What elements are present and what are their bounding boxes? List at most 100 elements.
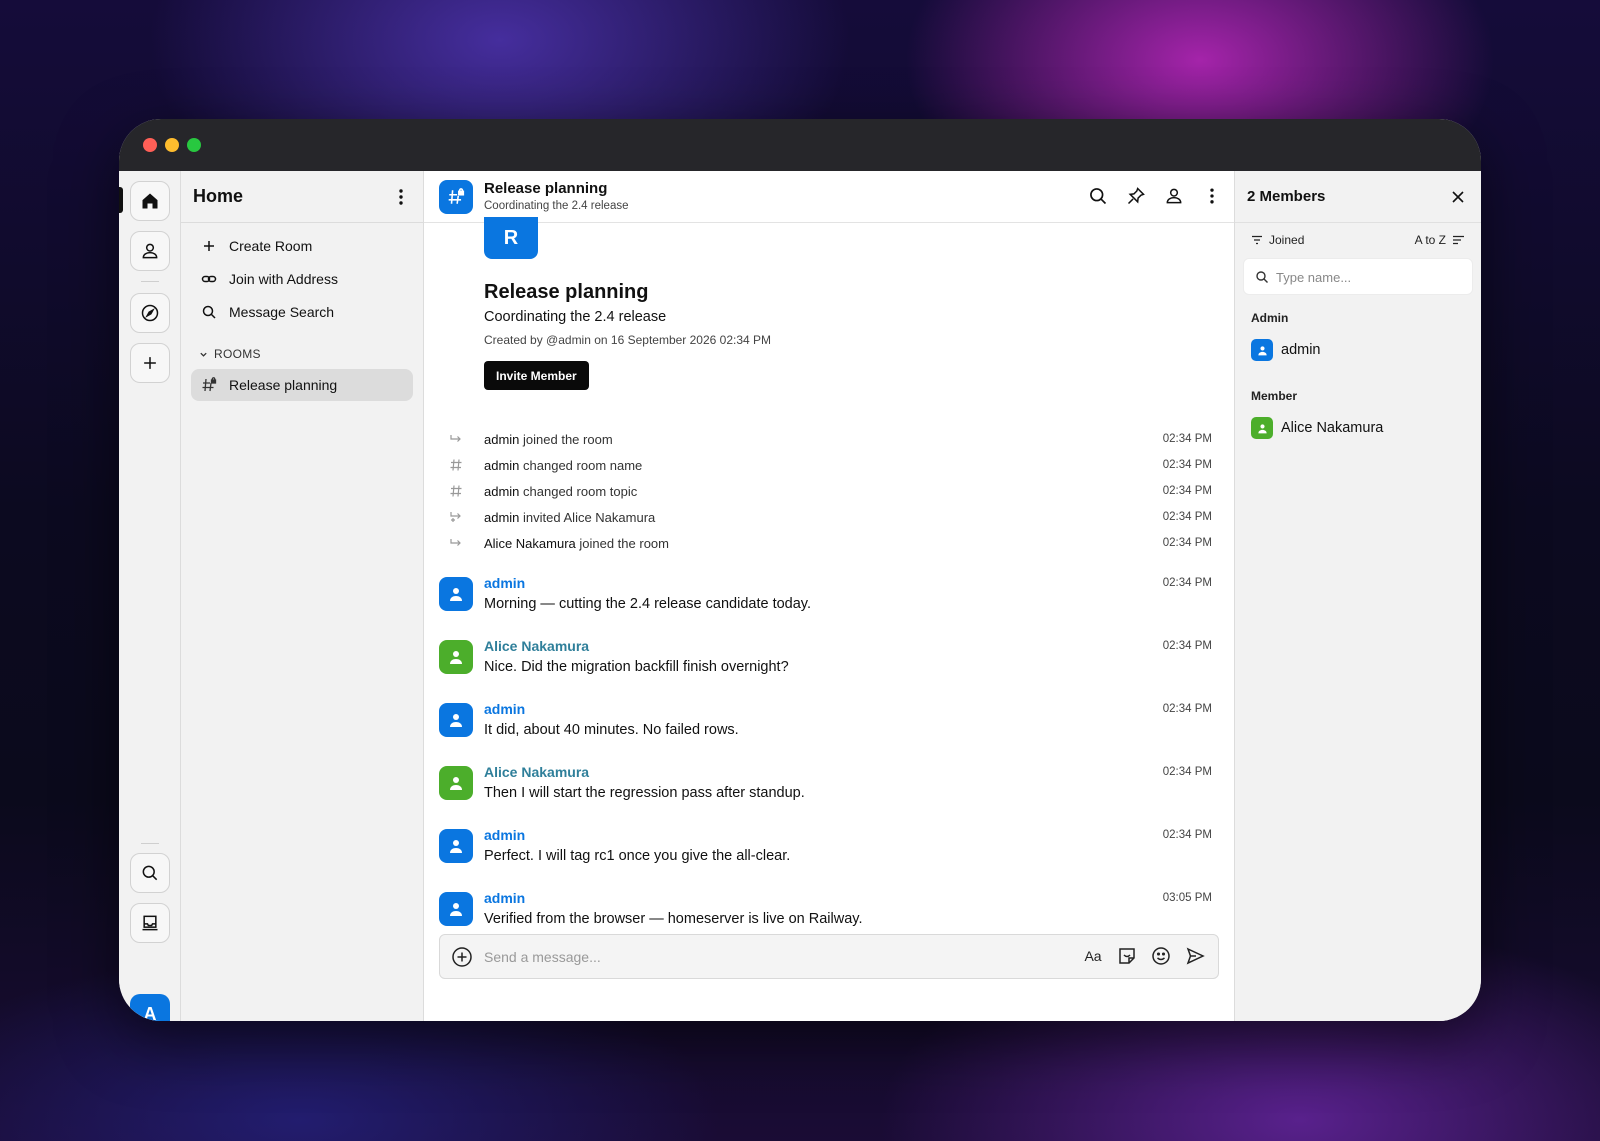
members-button[interactable] — [1162, 184, 1186, 208]
emoji-button[interactable] — [1150, 945, 1172, 967]
message-input[interactable] — [484, 943, 1044, 971]
message-author[interactable]: admin — [484, 827, 525, 843]
create-room-button[interactable]: Create Room — [191, 230, 413, 262]
search-icon — [1256, 271, 1268, 283]
avatar[interactable] — [439, 640, 473, 674]
message-author[interactable]: Alice Nakamura — [484, 764, 589, 780]
message: Alice Nakamura Nice. Did the migration b… — [424, 638, 1234, 701]
room-sidebar: Home Create Room Join with Address Messa… — [181, 171, 424, 1021]
event-time: 02:34 PM — [1162, 459, 1212, 471]
title-bar — [119, 119, 1481, 171]
room-header: Release planning Coordinating the 2.4 re… — [424, 171, 1234, 223]
maximize-window-button[interactable] — [187, 138, 201, 152]
invite-member-button[interactable]: Invite Member — [484, 361, 589, 390]
emoji-icon — [1152, 947, 1170, 965]
state-event: admin changed room topic 02:34 PM — [424, 480, 1234, 506]
user-icon — [1257, 423, 1267, 433]
message-body: Nice. Did the migration backfill finish … — [484, 659, 789, 675]
user-icon — [1257, 345, 1267, 355]
home-icon — [142, 193, 158, 209]
search-icon — [142, 865, 158, 881]
member-search-input[interactable] — [1276, 266, 1466, 288]
message-composer: Aa — [439, 934, 1219, 979]
send-icon — [1186, 947, 1205, 965]
filter-label: Joined — [1269, 233, 1305, 247]
room-intro-avatar: R — [484, 217, 538, 259]
room-name: Release planning — [484, 180, 608, 197]
kebab-icon — [1210, 188, 1214, 204]
event-text: joined the room — [575, 536, 669, 551]
search-button[interactable] — [130, 853, 170, 893]
event-time: 02:34 PM — [1162, 485, 1212, 497]
sidebar-item-release-planning[interactable]: Release planning — [191, 369, 413, 401]
message-author[interactable]: admin — [484, 890, 525, 906]
avatar[interactable] — [439, 766, 473, 800]
hash-icon — [450, 485, 462, 497]
minimize-window-button[interactable] — [165, 138, 179, 152]
inbox-icon — [142, 915, 158, 931]
formatting-button[interactable]: Aa — [1082, 945, 1104, 967]
join-with-address-button[interactable]: Join with Address — [191, 263, 413, 295]
avatar[interactable] — [439, 892, 473, 926]
member-name: admin — [1281, 342, 1321, 358]
explore-button[interactable] — [130, 293, 170, 333]
avatar[interactable] — [439, 829, 473, 863]
active-indicator — [119, 187, 123, 213]
sort-order-toggle[interactable]: A to Z — [1415, 233, 1465, 247]
event-actor: admin — [484, 458, 520, 473]
message-author[interactable]: admin — [484, 575, 525, 591]
inbox-button[interactable] — [130, 903, 170, 943]
sidebar-header: Home — [181, 171, 423, 223]
close-icon[interactable] — [1449, 188, 1467, 206]
create-room-label: Create Room — [229, 238, 313, 254]
room-events: admin joined the room 02:34 PM admin cha… — [424, 428, 1234, 558]
member-item[interactable]: Alice Nakamura — [1251, 417, 1383, 439]
hash-icon — [450, 459, 462, 471]
app-window: A Home Create Room Join with Address Mes… — [119, 119, 1481, 1021]
message-time: 02:34 PM — [1162, 766, 1212, 778]
rooms-section-label: ROOMS — [214, 347, 261, 361]
event-text: joined the room — [519, 432, 613, 447]
message-body: Perfect. I will tag rc1 once you give th… — [484, 848, 791, 864]
message: admin Morning — cutting the 2.4 release … — [424, 575, 1234, 638]
close-window-button[interactable] — [143, 138, 157, 152]
user-icon — [142, 243, 158, 259]
home-button[interactable] — [130, 181, 170, 221]
message-body: Morning — cutting the 2.4 release candid… — [484, 596, 811, 612]
avatar — [1251, 339, 1273, 361]
message: Alice Nakamura Then I will start the reg… — [424, 764, 1234, 827]
message-author[interactable]: Alice Nakamura — [484, 638, 589, 654]
avatar[interactable] — [439, 703, 473, 737]
event-text: invited Alice Nakamura — [519, 510, 656, 525]
event-text: changed room name — [519, 458, 643, 473]
message-author[interactable]: admin — [484, 701, 525, 717]
sticker-button[interactable] — [1116, 945, 1138, 967]
room-avatar[interactable] — [439, 180, 473, 214]
event-actor: admin — [484, 432, 520, 447]
message-search-button[interactable]: Message Search — [191, 296, 413, 328]
direct-messages-button[interactable] — [130, 231, 170, 271]
event-actor: Alice Nakamura — [484, 536, 576, 551]
membership-filter[interactable]: Joined — [1251, 233, 1304, 247]
rail-divider — [141, 843, 159, 844]
room-search-button[interactable] — [1086, 184, 1110, 208]
member-item[interactable]: admin — [1251, 339, 1321, 361]
create-space-button[interactable] — [130, 343, 170, 383]
send-button[interactable] — [1184, 945, 1206, 967]
message: admin Perfect. I will tag rc1 once you g… — [424, 827, 1234, 890]
user-avatar[interactable]: A — [130, 994, 170, 1021]
avatar — [1251, 417, 1273, 439]
message-time: 02:34 PM — [1162, 577, 1212, 589]
rooms-section-toggle[interactable]: ROOMS — [199, 347, 261, 361]
add-attachment-icon[interactable] — [451, 946, 473, 968]
avatar[interactable] — [439, 577, 473, 611]
member-search — [1243, 258, 1473, 295]
sidebar-options-button[interactable] — [391, 187, 411, 207]
message-time: 02:34 PM — [1162, 829, 1212, 841]
member-group-label: Admin — [1251, 311, 1289, 325]
room-options-button[interactable] — [1200, 184, 1224, 208]
user-icon — [450, 651, 462, 664]
pinned-messages-button[interactable] — [1124, 184, 1148, 208]
room-topic: Coordinating the 2.4 release — [484, 200, 629, 212]
message-search-label: Message Search — [229, 304, 335, 320]
